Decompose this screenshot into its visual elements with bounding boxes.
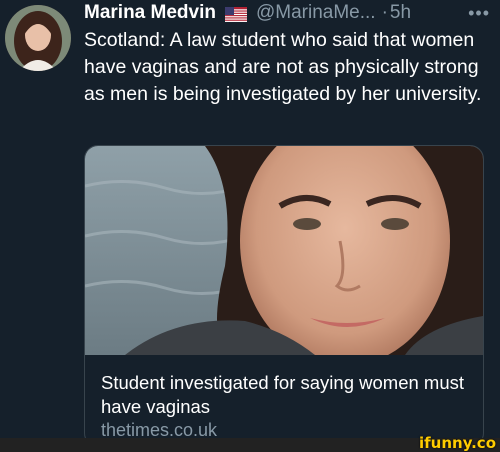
us-flag-icon: [224, 6, 247, 22]
ifunny-watermark: ifunny.co: [419, 434, 496, 452]
tweet-text: Scotland: A law student who said that wo…: [84, 29, 482, 105]
more-options-icon[interactable]: •••: [468, 3, 490, 24]
link-card-title[interactable]: Student investigated for saying women mu…: [101, 371, 471, 419]
avatar[interactable]: [5, 5, 71, 71]
author-display-name[interactable]: Marina Medvin: [84, 2, 216, 24]
link-card-image: [85, 146, 483, 355]
separator-dot: ·: [381, 2, 388, 23]
tweet-header: Marina Medvin @MarinaMe... · 5h •••: [84, 0, 494, 26]
link-card[interactable]: Student investigated for saying women mu…: [84, 145, 484, 447]
avatar-image: [5, 5, 71, 71]
author-handle[interactable]: @MarinaMe...: [256, 2, 376, 24]
tweet-timestamp[interactable]: 5h: [390, 2, 411, 24]
